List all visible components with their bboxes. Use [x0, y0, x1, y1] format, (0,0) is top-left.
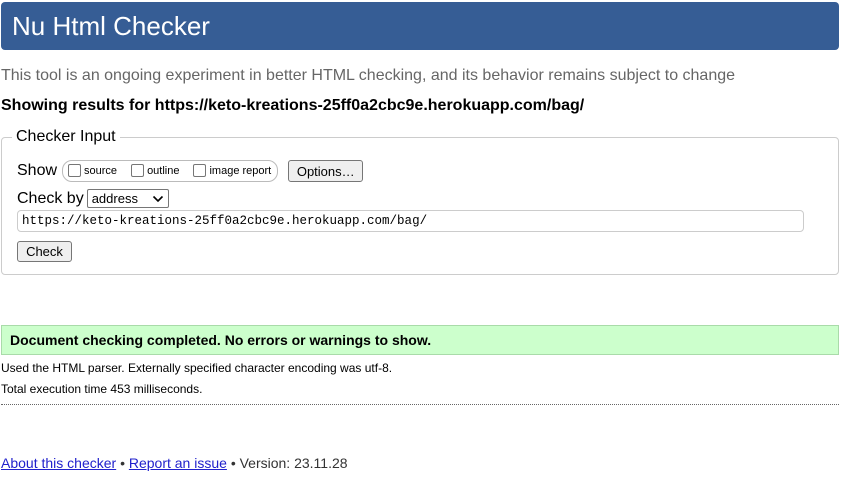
showing-results-heading: Showing results for https://keto-kreatio… [1, 97, 585, 114]
url-input[interactable]: https://keto-kreations-25ff0a2cbc9e.hero… [17, 210, 804, 232]
check-by-label: Check by [17, 189, 84, 207]
tagline: This tool is an ongoing experiment in be… [1, 67, 736, 84]
show-label: Show [17, 162, 58, 179]
image-report-option-label: image report [209, 165, 272, 177]
source-option-label: source [84, 165, 118, 177]
footer: About this checker • Report an issue • V… [1, 455, 348, 471]
show-row: Show source outline image report Options… [17, 160, 364, 182]
check-by-selected-value: address [91, 191, 138, 206]
title-bar: Nu Html Checker [1, 2, 839, 50]
report-issue-link[interactable]: Report an issue [129, 455, 227, 471]
footer-separator: • [120, 455, 125, 471]
execution-time: Total execution time 453 milliseconds. [1, 382, 203, 396]
check-by-row: Check by address [17, 189, 169, 208]
version-text: Version: 23.11.28 [239, 455, 348, 471]
check-button[interactable]: Check [17, 241, 72, 262]
source-checkbox[interactable] [68, 163, 82, 177]
divider [1, 404, 839, 405]
parser-info: Used the HTML parser. Externally specifi… [1, 361, 393, 375]
source-option[interactable]: source [68, 163, 118, 178]
about-checker-link[interactable]: About this checker [1, 455, 116, 471]
url-input-value: https://keto-kreations-25ff0a2cbc9e.hero… [22, 214, 428, 228]
checker-input-fieldset: Checker Input Show source outline image … [1, 128, 839, 275]
footer-separator: • [230, 455, 236, 471]
options-button[interactable]: Options… [288, 160, 364, 182]
outline-checkbox[interactable] [131, 163, 145, 177]
show-options-group: source outline image report [62, 160, 279, 182]
page-title: Nu Html Checker [12, 11, 210, 41]
outline-option[interactable]: outline [131, 163, 180, 178]
checker-input-legend: Checker Input [12, 128, 120, 146]
outline-option-label: outline [147, 165, 180, 177]
chevron-down-icon [152, 195, 163, 202]
success-message: Document checking completed. No errors o… [1, 325, 839, 355]
check-by-select[interactable]: address [86, 189, 169, 208]
image-report-checkbox[interactable] [193, 163, 207, 177]
image-report-option[interactable]: image report [193, 163, 272, 178]
